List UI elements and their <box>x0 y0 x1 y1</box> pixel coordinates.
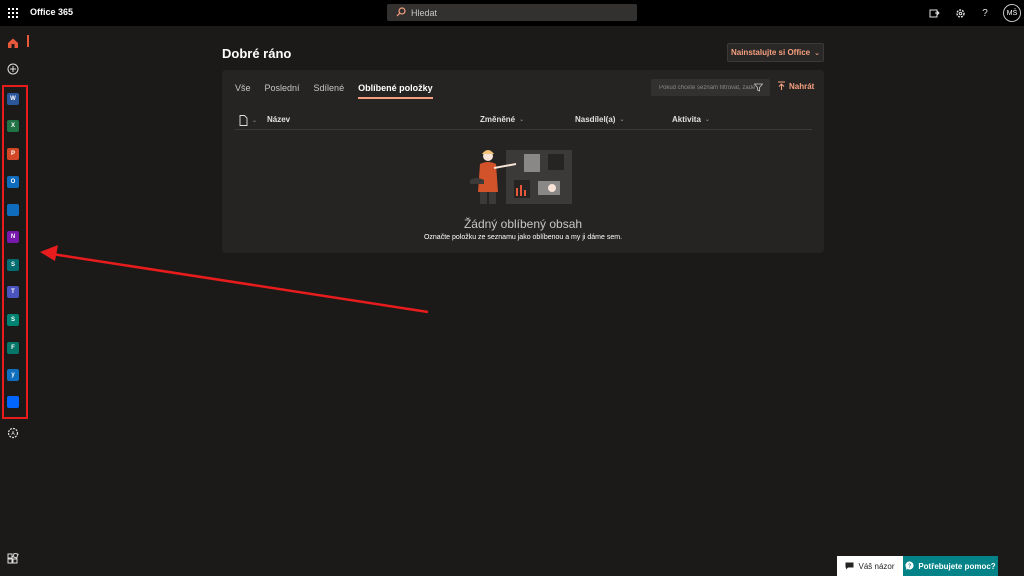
home-active-indicator <box>27 35 29 47</box>
column-modified[interactable]: Změněné ⌄ <box>480 115 524 124</box>
documents-card: Vše Poslední Sdílené Oblíbené položky Na… <box>222 70 824 253</box>
chevron-down-icon: ⌄ <box>252 118 258 124</box>
share-icon[interactable] <box>927 6 941 20</box>
annotation-highlight-box <box>2 85 28 419</box>
need-help-button[interactable]: ? Potřebujete pomoc? <box>903 556 998 576</box>
filter-box[interactable] <box>651 79 770 96</box>
feedback-icon <box>845 562 854 570</box>
install-office-label: Nainstalujte si Office <box>730 48 811 57</box>
column-activity-label: Aktivita <box>672 115 701 124</box>
column-activity[interactable]: Aktivita ⌄ <box>672 115 710 124</box>
help-icon[interactable]: ? <box>978 6 992 20</box>
file-type-column[interactable]: ⌄ <box>239 115 257 126</box>
search-input[interactable] <box>411 4 631 21</box>
create-new-icon[interactable] <box>5 61 21 77</box>
svg-text:?: ? <box>908 563 911 569</box>
empty-state-illustration <box>470 150 572 204</box>
home-icon[interactable] <box>5 35 21 51</box>
filter-input[interactable] <box>659 79 755 96</box>
tab-shared[interactable]: Sdílené <box>314 83 345 99</box>
gear-icon[interactable] <box>953 6 967 20</box>
column-name-label: Název <box>267 115 291 124</box>
upload-icon <box>778 81 785 90</box>
chevron-down-icon: ⌄ <box>704 117 710 123</box>
install-office-button[interactable]: Nainstalujte si Office ⌄ <box>727 43 824 62</box>
search-icon <box>396 7 406 17</box>
file-icon <box>239 115 248 126</box>
column-shared-by[interactable]: Nasdílel(a) ⌄ <box>575 115 625 124</box>
all-apps-icon[interactable]: A <box>5 425 21 441</box>
feedback-label: Váš názor <box>858 561 895 571</box>
chevron-down-icon: ⌄ <box>519 117 525 123</box>
column-name[interactable]: Název <box>267 115 290 124</box>
chevron-down-icon: ⌄ <box>619 117 625 123</box>
chevron-down-icon: ⌄ <box>814 49 820 57</box>
column-modified-label: Změněné <box>480 115 516 124</box>
document-tabs: Vše Poslední Sdílené Oblíbené položky <box>235 83 433 99</box>
upload-label: Nahrát <box>789 81 815 91</box>
page-title: Dobré ráno <box>222 46 292 61</box>
svg-text:A: A <box>11 431 15 437</box>
empty-state-description: Označte položku ze seznamu jako oblíbeno… <box>423 234 623 241</box>
tab-favorites[interactable]: Oblíbené položky <box>358 83 433 99</box>
top-bar: Office 365 ? MŠ <box>0 0 1024 26</box>
tab-recent[interactable]: Poslední <box>265 83 300 99</box>
avatar[interactable]: MŠ <box>1003 4 1021 22</box>
need-help-label: Potřebujete pomoc? <box>918 561 996 571</box>
column-shared-by-label: Nasdílel(a) <box>575 115 616 124</box>
filter-icon[interactable] <box>754 83 763 92</box>
apps-grid-icon[interactable] <box>5 551 21 567</box>
app-launcher-icon[interactable] <box>8 8 18 18</box>
upload-button[interactable]: Nahrát <box>777 81 814 91</box>
table-header: ⌄ Název Změněné ⌄ Nasdílel(a) ⌄ Aktivita… <box>235 112 812 130</box>
feedback-button[interactable]: Váš názor <box>837 556 903 576</box>
empty-state-title: Žádný oblíbený obsah <box>463 217 583 231</box>
search-box[interactable] <box>387 4 637 21</box>
help-chat-icon: ? <box>905 561 914 571</box>
tab-all[interactable]: Vše <box>235 83 251 99</box>
brand-title[interactable]: Office 365 <box>30 7 73 17</box>
